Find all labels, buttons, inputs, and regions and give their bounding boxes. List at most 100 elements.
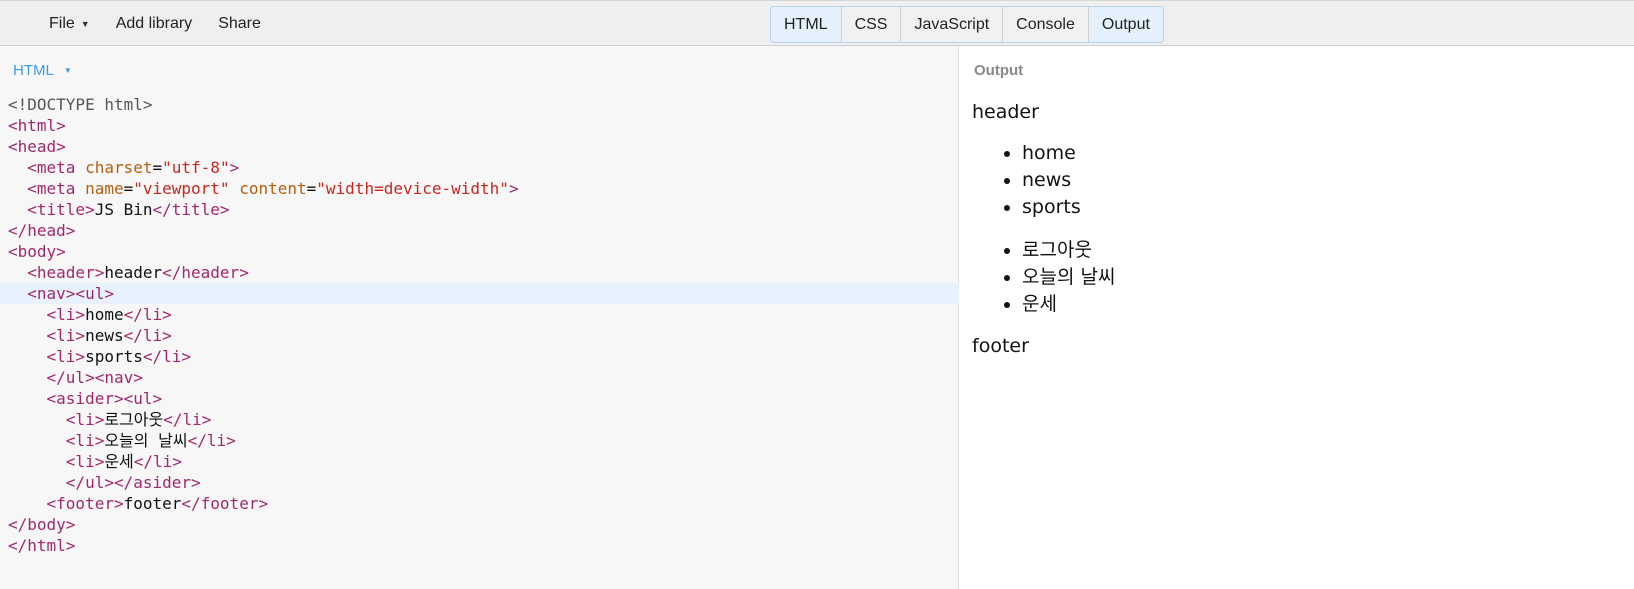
code-token: <li> [46, 347, 86, 366]
code-line[interactable]: <nav><ul> [0, 283, 959, 304]
code-token: > [229, 158, 240, 177]
code-line[interactable]: <meta name="viewport" content="width=dev… [0, 178, 959, 199]
code-token: 오늘의 날씨 [104, 431, 188, 450]
tab-css-label: CSS [854, 15, 888, 33]
code-token: sports [85, 347, 143, 366]
code-token: <li> [46, 305, 86, 324]
share-button[interactable]: Share [205, 1, 274, 47]
add-library-button[interactable]: Add library [103, 1, 205, 47]
code-token: <title> [27, 200, 95, 219]
code-token: 로그아웃 [104, 410, 164, 429]
code-line[interactable]: <title>JS Bin</title> [0, 199, 959, 220]
rendered-nav-list: home news sports [972, 140, 1115, 221]
code-line[interactable]: </body> [0, 514, 959, 535]
list-item: news [1022, 167, 1115, 194]
editor-language-label: HTML [13, 62, 54, 79]
code-token: <li> [65, 431, 105, 450]
code-token: <li> [65, 410, 105, 429]
code-area[interactable]: <!DOCTYPE html> <html> <head> <meta charse… [0, 94, 959, 556]
code-token: </header> [162, 263, 249, 282]
code-token: </html> [8, 536, 76, 555]
panel-tabs: HTML CSS JavaScript Console Output [770, 6, 1164, 43]
code-token: "width=device-width" [316, 179, 509, 198]
code-token: </li> [187, 431, 236, 450]
code-line[interactable]: </ul></asider> [0, 472, 959, 493]
list-item: 운세 [1022, 291, 1115, 318]
code-line[interactable]: <li>news</li> [0, 325, 959, 346]
code-line[interactable]: </ul><nav> [0, 367, 959, 388]
code-token: <li> [46, 326, 86, 345]
code-token: <nav><ul> [27, 284, 114, 303]
code-line[interactable]: <header>header</header> [0, 262, 959, 283]
share-label: Share [218, 15, 261, 32]
list-item: sports [1022, 194, 1115, 221]
code-token: news [85, 326, 124, 345]
code-token: <html> [8, 116, 66, 135]
tab-html[interactable]: HTML [771, 7, 842, 42]
code-line[interactable]: </head> [0, 220, 959, 241]
code-token: header [104, 263, 163, 282]
code-line[interactable]: <meta charset="utf-8"> [0, 157, 959, 178]
code-token: = [152, 158, 163, 177]
code-line[interactable]: <li>로그아웃</li> [0, 409, 959, 430]
code-line[interactable]: <footer>footer</footer> [0, 493, 959, 514]
code-token: = [306, 179, 317, 198]
code-token: </title> [152, 200, 230, 219]
rendered-footer: footer [972, 335, 1029, 357]
code-token: <meta [27, 179, 86, 198]
tab-output[interactable]: Output [1088, 7, 1163, 42]
code-line[interactable]: <li>sports</li> [0, 346, 959, 367]
code-line[interactable]: <html> [0, 115, 959, 136]
code-line[interactable]: <li>home</li> [0, 304, 959, 325]
code-line[interactable]: <li>오늘의 날씨</li> [0, 430, 959, 451]
editor-language-dropdown[interactable]: HTML ▼ [13, 62, 72, 79]
code-token: content [239, 179, 307, 198]
code-token: footer [123, 494, 182, 513]
file-menu[interactable]: File ▼ [36, 1, 103, 47]
code-token: </li> [123, 305, 172, 324]
chevron-down-icon: ▼ [63, 66, 72, 75]
code-line[interactable]: </html> [0, 535, 959, 556]
code-line[interactable]: <asider><ul> [0, 388, 959, 409]
code-token: JS Bin [94, 200, 153, 219]
code-line[interactable]: <li>운세</li> [0, 451, 959, 472]
add-library-label: Add library [115, 15, 193, 32]
code-line[interactable]: <body> [0, 241, 959, 262]
code-token: "viewport" [133, 179, 230, 198]
code-token: <asider><ul> [46, 389, 163, 408]
tab-console-label: Console [1016, 15, 1075, 33]
tab-console[interactable]: Console [1003, 7, 1089, 42]
code-line[interactable]: <head> [0, 136, 959, 157]
code-token: name [85, 179, 124, 198]
code-token: home [85, 305, 124, 324]
main-menu: File ▼ Add library Share [36, 1, 274, 47]
code-token: <footer> [46, 494, 124, 513]
code-token: <header> [27, 263, 105, 282]
code-token: </li> [163, 410, 212, 429]
output-panel-label: Output [974, 62, 1024, 79]
code-token: > [508, 179, 519, 198]
code-line[interactable]: <!DOCTYPE html> [0, 94, 959, 115]
code-token: "utf-8" [162, 158, 230, 177]
code-token: <li> [65, 452, 105, 471]
list-item: home [1022, 140, 1115, 167]
tab-css[interactable]: CSS [841, 7, 902, 42]
code-token: </ul></asider> [65, 473, 201, 492]
code-token: </ul><nav> [46, 368, 143, 387]
code-token: <head> [8, 137, 66, 156]
tab-javascript[interactable]: JavaScript [901, 7, 1004, 42]
html-editor-panel[interactable]: HTML ▼ <!DOCTYPE html> <html> <head> <meta… [0, 46, 959, 589]
code-token: </li> [133, 452, 182, 471]
